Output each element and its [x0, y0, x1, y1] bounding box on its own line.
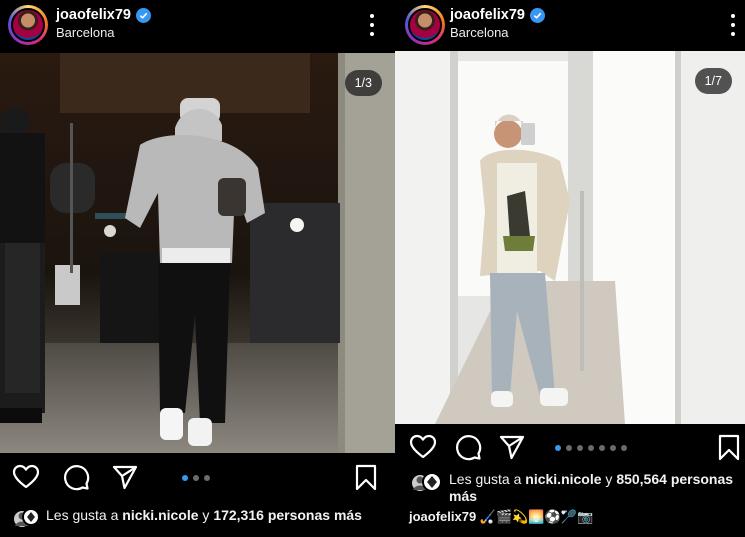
- comment-icon[interactable]: [62, 463, 90, 491]
- heart-icon[interactable]: [12, 463, 40, 491]
- likes-count[interactable]: 850,564: [616, 471, 667, 487]
- liker-username[interactable]: nicki.nicole: [122, 507, 198, 523]
- bookmark-icon[interactable]: [352, 463, 380, 491]
- share-icon[interactable]: [111, 463, 139, 491]
- post-photo[interactable]: 1/3: [0, 53, 395, 453]
- username[interactable]: joaofelix79: [450, 7, 525, 23]
- post-photo[interactable]: 1/7: [395, 51, 745, 424]
- location[interactable]: Barcelona: [56, 25, 151, 40]
- share-icon[interactable]: [498, 433, 526, 461]
- verified-icon: [529, 7, 545, 23]
- likes-text: Les gusta a nicki.nicole y 850,564 perso…: [449, 471, 734, 504]
- likes-row[interactable]: Les gusta a nicki.nicole y 172,316 perso…: [12, 507, 392, 529]
- bookmark-icon[interactable]: [715, 433, 743, 461]
- carousel-dots: [182, 475, 210, 481]
- comment-icon[interactable]: [454, 433, 482, 461]
- post-left: joaofelix79 Barcelona 1/3 Les gusta a ni…: [0, 0, 395, 537]
- action-bar: [0, 463, 395, 495]
- likes-row[interactable]: Les gusta a nicki.nicole y 850,564 perso…: [409, 471, 739, 505]
- profile-avatar[interactable]: [405, 5, 445, 45]
- liker-username[interactable]: nicki.nicole: [525, 471, 601, 487]
- profile-avatar[interactable]: [8, 5, 48, 45]
- photo-mirror-selfie-hallway: [395, 51, 745, 424]
- heart-icon[interactable]: [409, 433, 437, 461]
- more-options-icon[interactable]: [368, 14, 376, 36]
- user-block: joaofelix79 Barcelona: [56, 7, 151, 40]
- post-header: joaofelix79 Barcelona: [0, 0, 395, 50]
- carousel-dots: [555, 445, 627, 451]
- likes-count[interactable]: 172,316: [213, 507, 264, 523]
- location[interactable]: Barcelona: [450, 25, 545, 40]
- post-right: joaofelix79 Barcelona 1/7 Les gusta a ni…: [395, 0, 745, 537]
- more-options-icon[interactable]: [729, 14, 737, 36]
- caption: joaofelix79 🏑🎬💫🌅⚽🏸📷: [409, 509, 593, 525]
- likes-avatars: [12, 507, 46, 529]
- caption-text: 🏑🎬💫🌅⚽🏸📷: [479, 509, 594, 524]
- caption-username[interactable]: joaofelix79: [409, 509, 476, 524]
- likes-text: Les gusta a nicki.nicole y 172,316 perso…: [46, 507, 362, 523]
- verified-icon: [135, 7, 151, 23]
- action-bar: [395, 433, 745, 465]
- likes-avatars: [409, 471, 449, 493]
- carousel-counter: 1/3: [344, 70, 382, 96]
- post-header: joaofelix79 Barcelona: [395, 0, 745, 50]
- carousel-counter: 1/7: [694, 68, 732, 94]
- photo-player-walking-tunnel: [0, 53, 395, 453]
- user-block: joaofelix79 Barcelona: [450, 7, 545, 40]
- username[interactable]: joaofelix79: [56, 7, 131, 23]
